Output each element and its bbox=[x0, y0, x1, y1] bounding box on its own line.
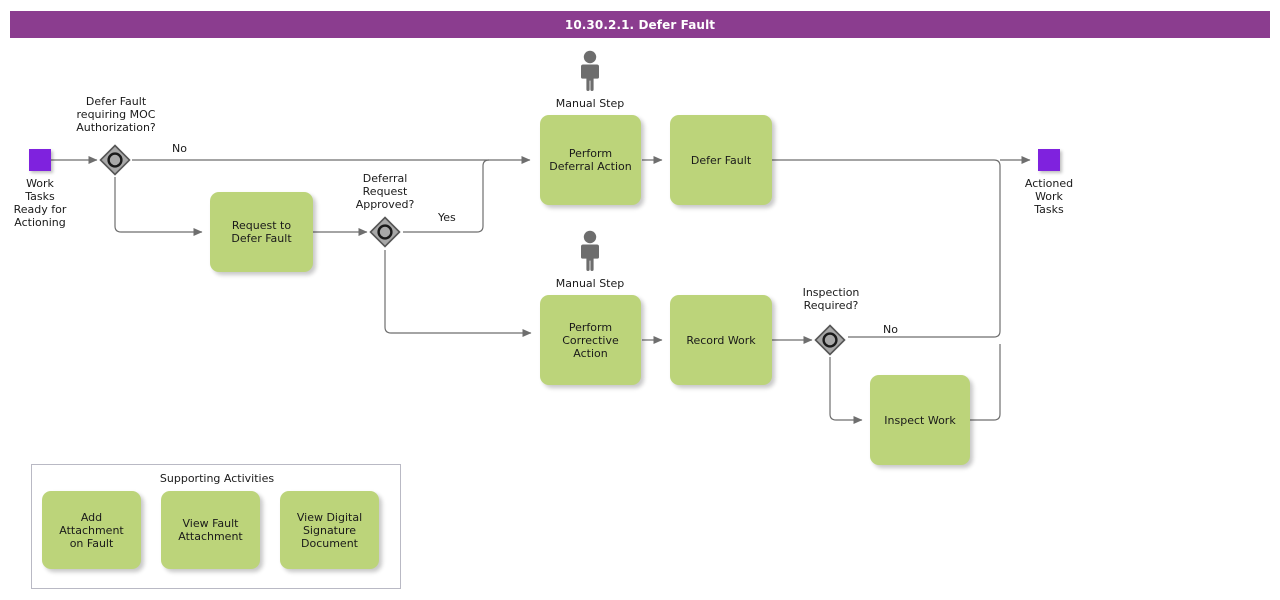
flow-gw1-yes-down bbox=[114, 177, 203, 236]
diagram-title-bar: 10.30.2.1. Defer Fault bbox=[10, 11, 1270, 38]
task-record-work[interactable]: Record Work bbox=[670, 295, 772, 385]
supporting-activity-label-1: View Fault Attachment bbox=[178, 517, 243, 543]
task-inspect-work-label: Inspect Work bbox=[884, 413, 956, 427]
task-record-work-label: Record Work bbox=[686, 333, 756, 347]
task-defer-fault[interactable]: Defer Fault bbox=[670, 115, 772, 205]
supporting-activity-label-0: Add Attachment on Fault bbox=[59, 510, 124, 550]
flow-inspectwork-to-merge bbox=[970, 344, 1001, 421]
gateway-deferral-request-approved-label: Deferral Request Approved? bbox=[355, 172, 415, 211]
task-perform-deferral-action-label: Perform Deferral Action bbox=[549, 147, 632, 173]
page-title: 10.30.2.1. Defer Fault bbox=[564, 17, 716, 32]
supporting-activity-add-attachment-on-fault[interactable]: Add Attachment on Fault bbox=[42, 491, 141, 569]
task-perform-corrective-action[interactable]: Perform Corrective Action bbox=[540, 295, 641, 385]
task-defer-fault-label: Defer Fault bbox=[690, 153, 752, 167]
supporting-activity-view-fault-attachment[interactable]: View Fault Attachment bbox=[161, 491, 260, 569]
manual-step-label-2: Manual Step bbox=[555, 277, 625, 290]
supporting-activities-title: Supporting Activities bbox=[159, 472, 275, 485]
start-event-label-line-1: Work bbox=[26, 177, 54, 190]
manual-step-marker-corrective-action: Manual Step bbox=[555, 230, 625, 290]
flow-gw2-no-down bbox=[384, 250, 532, 337]
task-request-to-defer-fault[interactable]: Request to Defer Fault bbox=[210, 192, 313, 272]
start-event-label-line-3: Ready for bbox=[13, 203, 67, 216]
gateway-defer-fault-moc-label: Defer Fault requiring MOC Authorization? bbox=[76, 95, 156, 134]
end-event-label-line-1: Actioned bbox=[1024, 177, 1074, 190]
end-event-label: Actioned Work Tasks bbox=[1009, 177, 1089, 216]
flow-deferfault-to-merge bbox=[772, 159, 1001, 167]
start-event-label-line-4: Actioning bbox=[14, 216, 66, 229]
process-diagram-canvas: 10.30.2.1. Defer Fault Work Tasks Ready … bbox=[0, 0, 1280, 600]
supporting-activity-label-2: View Digital Signature Document bbox=[296, 510, 363, 550]
task-perform-deferral-action[interactable]: Perform Deferral Action bbox=[540, 115, 641, 205]
inclusive-gateway-icon bbox=[814, 324, 846, 356]
manual-step-label-1: Manual Step bbox=[555, 97, 625, 110]
end-event-label-line-3: Tasks bbox=[1034, 203, 1064, 216]
task-request-to-defer-fault-label: Request to Defer Fault bbox=[231, 219, 292, 245]
flow-label-gw2-yes: Yes bbox=[438, 211, 456, 224]
gateway-defer-fault-moc[interactable] bbox=[98, 143, 132, 177]
gateway-deferral-request-approved[interactable] bbox=[368, 215, 402, 249]
end-event[interactable] bbox=[1038, 149, 1060, 171]
start-event-label-line-2: Tasks bbox=[25, 190, 55, 203]
manual-step-marker-deferral-action: Manual Step bbox=[555, 50, 625, 110]
manual-step-person-icon bbox=[581, 230, 599, 271]
start-event-label: Work Tasks Ready for Actioning bbox=[0, 177, 80, 229]
supporting-activity-view-digital-signature-document[interactable]: View Digital Signature Document bbox=[280, 491, 379, 569]
flow-gw3-yes-down bbox=[829, 357, 863, 424]
task-inspect-work[interactable]: Inspect Work bbox=[870, 375, 970, 465]
supporting-activities-group: Supporting Activities Add Attachment on … bbox=[31, 464, 401, 589]
start-event[interactable] bbox=[29, 149, 51, 171]
end-event-label-line-2: Work bbox=[1035, 190, 1063, 203]
gateway-inspection-required[interactable] bbox=[813, 323, 847, 357]
gateway-inspection-required-label: Inspection Required? bbox=[802, 286, 860, 312]
inclusive-gateway-icon bbox=[99, 144, 131, 176]
manual-step-person-icon bbox=[581, 50, 599, 91]
task-perform-corrective-action-label: Perform Corrective Action bbox=[562, 320, 619, 360]
inclusive-gateway-icon bbox=[369, 216, 401, 248]
flow-label-gw1-no: No bbox=[172, 142, 187, 155]
flow-label-gw3-no: No bbox=[883, 323, 898, 336]
